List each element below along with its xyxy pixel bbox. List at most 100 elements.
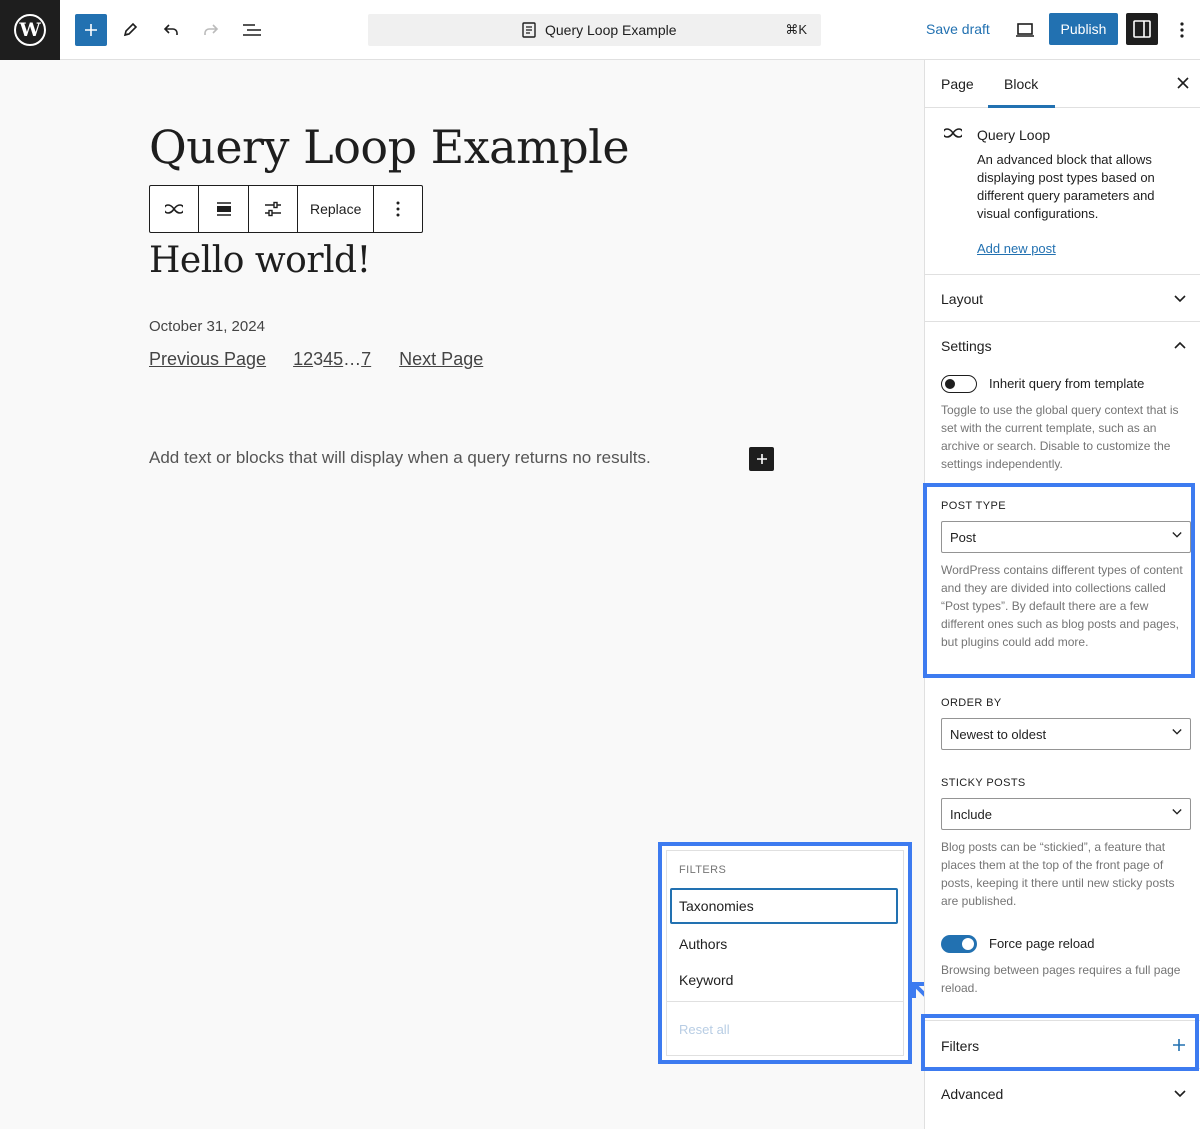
sticky-posts-help: Blog posts can be “stickied”, a feature …	[941, 840, 1175, 908]
more-vertical-icon	[396, 201, 400, 217]
filters-menu-divider	[667, 1001, 903, 1002]
chevron-down-icon[interactable]	[1174, 295, 1186, 303]
page-title[interactable]: Query Loop Example	[149, 120, 630, 174]
post-type-label: POST TYPE	[941, 500, 1006, 512]
redo-icon	[204, 24, 219, 35]
page-number-link[interactable]: 7	[361, 349, 371, 370]
page-icon	[522, 22, 536, 38]
inherit-query-help: Toggle to use the global query context t…	[941, 403, 1179, 471]
pencil-icon	[123, 22, 138, 37]
block-options-button[interactable]	[374, 186, 422, 232]
options-menu-button[interactable]	[1166, 14, 1198, 46]
plus-icon[interactable]	[1172, 1038, 1186, 1052]
panel-divider	[925, 1020, 1200, 1021]
active-tab-indicator	[988, 105, 1055, 108]
replace-button[interactable]: Replace	[298, 186, 375, 232]
filters-popover: FILTERS Taxonomies Authors Keyword Reset…	[658, 842, 912, 1064]
reset-all-button[interactable]: Reset all	[679, 1022, 730, 1037]
block-card-description: An advanced block that allows displaying…	[977, 152, 1155, 221]
post-type-help: WordPress contains different types of co…	[941, 563, 1183, 649]
sidebar-tabs: Page Block	[925, 60, 1200, 108]
document-title: Query Loop Example	[545, 22, 677, 38]
filters-menu-heading: FILTERS	[679, 864, 727, 876]
panel-filters-toggle[interactable]: Filters	[941, 1038, 979, 1054]
block-type-button[interactable]	[150, 186, 199, 232]
plus-icon	[85, 24, 97, 36]
wordpress-logo-button[interactable]: W	[0, 0, 60, 60]
query-pagination: Previous Page 1 2 3 4 5 … 7 Next Page	[149, 349, 483, 370]
block-inserter-button[interactable]	[75, 14, 107, 46]
chevron-down-icon	[1172, 809, 1182, 815]
editor-top-bar: W Query Loop Example ⌘K Save draft Publi…	[0, 0, 1200, 60]
panel-divider	[925, 1068, 1200, 1069]
order-by-value: Newest to oldest	[950, 726, 1047, 742]
chevron-down-icon	[1172, 532, 1182, 538]
post-type-select[interactable]: Post	[941, 521, 1191, 553]
redo-button[interactable]	[195, 14, 227, 46]
filter-option-authors[interactable]: Authors	[670, 926, 898, 962]
order-by-select[interactable]: Newest to oldest	[941, 718, 1191, 750]
publish-button[interactable]: Publish	[1049, 13, 1118, 45]
chevron-up-icon[interactable]	[1174, 341, 1186, 349]
panel-divider	[925, 274, 1200, 275]
editor-canvas: Query Loop Example Replace Hello world! …	[0, 60, 940, 1129]
loop-icon	[165, 204, 183, 214]
sliders-icon	[265, 201, 281, 217]
chevron-down-icon[interactable]	[1174, 1090, 1186, 1098]
page-number-link[interactable]: 4	[323, 349, 333, 370]
settings-sidebar: Page Block Query Loop An advanced block …	[924, 60, 1200, 1129]
inline-add-block-button[interactable]	[749, 447, 774, 471]
force-reload-help: Browsing between pages requires a full p…	[941, 963, 1181, 995]
filter-option-keyword[interactable]: Keyword	[670, 962, 898, 998]
panel-settings-toggle[interactable]: Settings	[941, 338, 992, 354]
page-number-current: 3	[313, 349, 324, 369]
loop-icon	[944, 128, 962, 138]
align-wide-icon	[216, 202, 231, 216]
plus-icon	[756, 454, 767, 464]
display-settings-button[interactable]	[249, 186, 298, 232]
inherit-query-label: Inherit query from template	[989, 376, 1145, 391]
undo-icon	[163, 24, 178, 35]
sticky-posts-value: Include	[950, 806, 992, 822]
post-type-value: Post	[950, 529, 977, 545]
settings-sidebar-toggle[interactable]	[1126, 13, 1158, 45]
force-reload-label: Force page reload	[989, 936, 1095, 951]
force-reload-toggle[interactable]	[941, 935, 977, 953]
next-page-link[interactable]: Next Page	[399, 349, 483, 370]
save-draft-button[interactable]: Save draft	[926, 21, 990, 37]
panel-advanced-toggle[interactable]: Advanced	[941, 1086, 1003, 1102]
post-date: October 31, 2024	[149, 318, 265, 335]
tab-block[interactable]: Block	[1004, 76, 1038, 92]
no-results-placeholder[interactable]: Add text or blocks that will display whe…	[149, 448, 651, 468]
filters-menu: FILTERS Taxonomies Authors Keyword Reset…	[666, 850, 904, 1056]
page-number-link[interactable]: 2	[303, 349, 313, 370]
panel-layout-toggle[interactable]: Layout	[941, 291, 983, 307]
preview-button[interactable]	[1009, 14, 1041, 46]
sticky-posts-select[interactable]: Include	[941, 798, 1191, 830]
block-card-title: Query Loop	[977, 127, 1051, 143]
add-new-post-link[interactable]: Add new post	[977, 241, 1056, 256]
document-overview-button[interactable]	[236, 14, 268, 46]
page-number-link[interactable]: 1	[293, 349, 303, 370]
close-icon[interactable]	[1176, 76, 1190, 90]
command-shortcut: ⌘K	[785, 22, 807, 37]
sidebar-icon	[1133, 20, 1151, 38]
panel-divider	[925, 321, 1200, 322]
laptop-icon	[1016, 23, 1034, 37]
filter-option-taxonomies[interactable]: Taxonomies	[670, 888, 898, 924]
tab-page[interactable]: Page	[941, 76, 974, 92]
command-palette-bar[interactable]: Query Loop Example ⌘K	[368, 14, 821, 46]
sticky-posts-label: STICKY POSTS	[941, 777, 1026, 789]
tools-button[interactable]	[114, 14, 146, 46]
chevron-down-icon	[1172, 729, 1182, 735]
wordpress-icon: W	[14, 14, 46, 46]
inherit-query-toggle[interactable]	[941, 375, 977, 393]
order-by-label: ORDER BY	[941, 697, 1002, 709]
post-title[interactable]: Hello world!	[149, 240, 371, 281]
previous-page-link[interactable]: Previous Page	[149, 349, 266, 370]
more-vertical-icon	[1180, 22, 1184, 38]
undo-button[interactable]	[155, 14, 187, 46]
align-button[interactable]	[199, 186, 249, 232]
page-number-link[interactable]: 5	[333, 349, 343, 370]
block-toolbar: Replace	[149, 185, 424, 233]
